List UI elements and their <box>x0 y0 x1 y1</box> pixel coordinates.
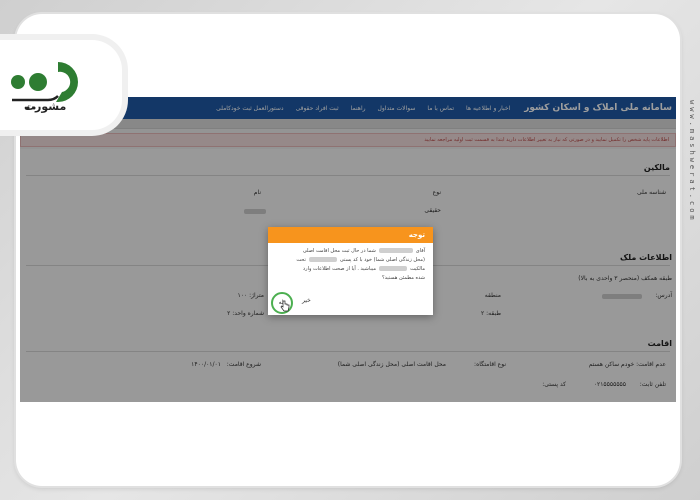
no-button[interactable]: خیر <box>302 297 311 304</box>
dialog-title: توجه <box>268 227 433 243</box>
watermark-text: www.mashwerat.com <box>688 100 696 223</box>
blurred-owner-name <box>379 266 408 271</box>
message-text: مالکیت <box>410 266 425 272</box>
message-line-4: شده مطمئن هستید؟ <box>382 275 425 281</box>
message-text: تحت <box>296 257 306 263</box>
message-line-2: (محل زندگی اصلی شما) خود با کد پستی تحت <box>276 256 425 265</box>
confirm-dialog: توجه آقای شما در حال ثبت محل اقامت اصلی (… <box>268 227 433 315</box>
blurred-user-name <box>378 248 413 253</box>
message-text: شما در حال ثبت محل اقامت اصلی <box>302 248 376 254</box>
dialog-footer: بله خیر <box>268 287 433 315</box>
message-text: میباشید . آیا از صحت اطلاعات وارد <box>302 266 377 272</box>
message-text: (محل زندگی اصلی شما) خود با کد پستی <box>339 257 425 263</box>
message-salutation: آقای <box>415 248 425 254</box>
brand-logo-text: مشورت <box>24 100 67 113</box>
blurred-postal-code <box>308 257 337 262</box>
message-line-1: آقای شما در حال ثبت محل اقامت اصلی <box>276 247 425 256</box>
message-line-3: مالکیت میباشید . آیا از صحت اطلاعات وارد <box>276 265 425 274</box>
hand-cursor-icon <box>280 300 290 312</box>
dialog-message: آقای شما در حال ثبت محل اقامت اصلی (محل ز… <box>268 243 433 287</box>
brand-logo-badge: مشورت <box>0 40 122 130</box>
